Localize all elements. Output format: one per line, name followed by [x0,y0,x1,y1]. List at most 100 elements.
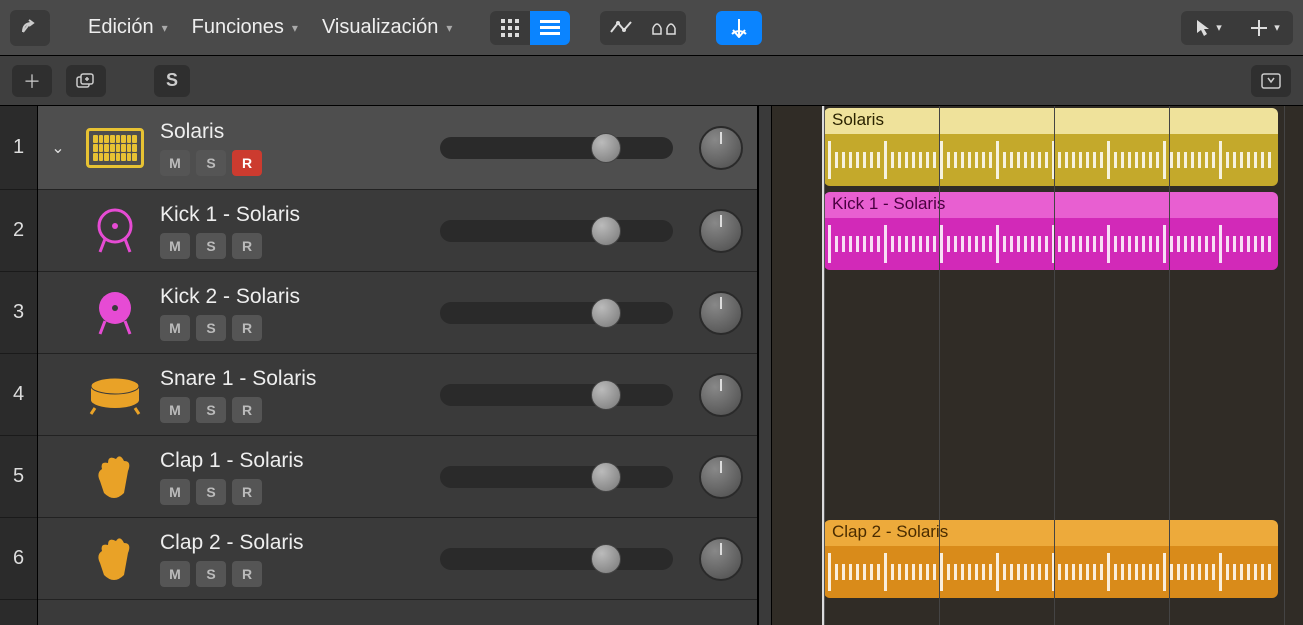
main-toolbar: Edición ▾ Funciones▾ Visualización ▾ ▾ ▾ [0,0,1303,56]
record-enable-button[interactable]: R [232,233,262,259]
solo-button[interactable]: S [196,479,226,505]
region-label: Clap 2 - Solaris [824,520,1278,546]
plus-icon: ＋ [23,68,41,94]
track-icon [80,367,150,423]
track-name[interactable]: Kick 2 - Solaris [160,285,420,309]
track-number: 4 [0,354,37,436]
slider-thumb[interactable] [591,216,621,246]
pan-knob[interactable] [699,209,743,253]
hierarchy-up-button[interactable] [10,10,50,46]
add-track-button[interactable]: ＋ [12,65,52,97]
slider-thumb[interactable] [591,133,621,163]
solo-button[interactable]: S [196,561,226,587]
record-enable-button[interactable]: R [232,150,262,176]
volume-slider[interactable] [440,384,673,406]
mute-button[interactable]: M [160,561,190,587]
kick-drum-icon [90,206,140,256]
mute-button[interactable]: M [160,150,190,176]
mute-button[interactable]: M [160,315,190,341]
catch-playhead-button[interactable] [716,11,762,45]
secondary-tool-button[interactable]: ▾ [1237,11,1293,45]
slider-thumb[interactable] [591,298,621,328]
track-number: 5 [0,436,37,518]
grid-view-group [490,11,570,45]
list-view-button[interactable] [530,11,570,45]
solo-label: S [166,70,178,91]
chevron-down-icon: ▾ [446,21,452,35]
track-row[interactable]: Clap 1 - Solaris M S R [38,436,757,518]
volume-slider[interactable] [440,137,673,159]
view-menu[interactable]: Visualización ▾ [314,11,460,45]
global-solo-button[interactable]: S [154,65,190,97]
solo-button[interactable]: S [196,315,226,341]
region-clip[interactable]: Clap 2 - Solaris [824,520,1278,598]
track-info: Clap 2 - Solaris M S R [160,531,420,587]
track-number: 6 [0,518,37,600]
record-enable-button[interactable]: R [232,561,262,587]
view-menu-label: Visualización [322,16,438,39]
record-enable-button[interactable]: R [232,315,262,341]
volume-slider[interactable] [440,548,673,570]
track-row[interactable]: Snare 1 - Solaris M S R [38,354,757,436]
kick-drum-icon [90,288,140,338]
region-label: Kick 1 - Solaris [824,192,1278,218]
functions-menu[interactable]: Funciones▾ [184,11,306,45]
track-name[interactable]: Snare 1 - Solaris [160,367,420,391]
arrange-area[interactable]: ◂▸ 1 2 3 4 5 Solaris Kick 1 - Solaris Cl… [772,106,1303,625]
track-number: 3 [0,272,37,354]
solo-button[interactable]: S [196,233,226,259]
record-enable-button[interactable]: R [232,397,262,423]
track-info: Snare 1 - Solaris M S R [160,367,420,423]
region-clip[interactable]: Solaris [824,108,1278,186]
solo-button[interactable]: S [196,397,226,423]
automation-button[interactable] [600,11,642,45]
main-area: 1 2 3 4 5 6 ⌄ Solaris M S R [0,106,1303,625]
volume-slider[interactable] [440,302,673,324]
grid-view-button[interactable] [490,11,530,45]
track-row[interactable]: Kick 2 - Solaris M S R [38,272,757,354]
duplicate-track-button[interactable] [66,65,106,97]
functions-menu-label: Funciones [192,16,284,39]
pan-knob[interactable] [699,291,743,335]
mute-button[interactable]: M [160,233,190,259]
region-label: Solaris [824,108,1278,134]
pointer-tool-button[interactable]: ▾ [1181,11,1237,45]
drum-machine-icon [86,128,144,168]
slider-thumb[interactable] [591,380,621,410]
track-icon [80,203,150,259]
edit-menu-label: Edición [88,16,154,39]
track-number: 2 [0,190,37,272]
mute-button[interactable]: M [160,397,190,423]
pan-knob[interactable] [699,537,743,581]
track-name[interactable]: Solaris [160,120,420,144]
pan-knob[interactable] [699,455,743,499]
slider-thumb[interactable] [591,544,621,574]
divider-strip[interactable] [758,106,772,625]
flex-button[interactable] [642,11,686,45]
disclosure-toggle[interactable]: ⌄ [46,136,70,160]
pan-knob[interactable] [699,126,743,170]
solo-button[interactable]: S [196,150,226,176]
track-icon [80,285,150,341]
region-body [824,546,1278,598]
track-info: Clap 1 - Solaris M S R [160,449,420,505]
track-number: 1 [0,106,37,190]
volume-slider[interactable] [440,466,673,488]
track-name[interactable]: Clap 2 - Solaris [160,531,420,555]
track-row[interactable]: Kick 1 - Solaris M S R [38,190,757,272]
playhead[interactable] [822,106,824,625]
edit-menu[interactable]: Edición ▾ [80,11,176,45]
record-enable-button[interactable]: R [232,479,262,505]
track-name[interactable]: Kick 1 - Solaris [160,203,420,227]
track-row[interactable]: ⌄ Solaris M S R [38,106,757,190]
chevron-down-icon: ▾ [162,21,168,35]
track-list: ⌄ Solaris M S R Kick 1 - Solaris [38,106,758,625]
mute-button[interactable]: M [160,479,190,505]
track-row[interactable]: Clap 2 - Solaris M S R [38,518,757,600]
pan-knob[interactable] [699,373,743,417]
slider-thumb[interactable] [591,462,621,492]
region-clip[interactable]: Kick 1 - Solaris [824,192,1278,270]
volume-slider[interactable] [440,220,673,242]
track-name[interactable]: Clap 1 - Solaris [160,449,420,473]
collapse-button[interactable] [1251,65,1291,97]
